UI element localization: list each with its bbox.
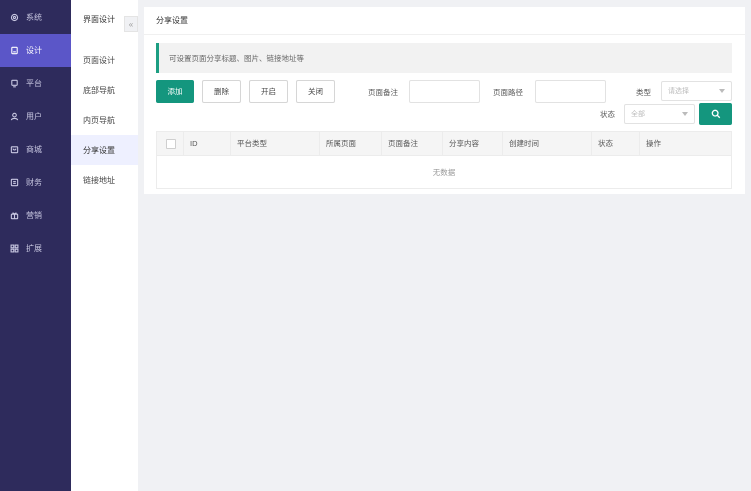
sidebar-item-store[interactable]: 商城 [0, 133, 71, 166]
grid-icon [10, 244, 19, 253]
column-header-id: ID [183, 132, 230, 156]
disable-button[interactable]: 关闭 [296, 80, 335, 103]
share-settings-panel: 分享设置 可设置页面分享标题、图片、链接地址等 添加 删除 开启 关闭 页面备注… [144, 7, 745, 194]
design-icon [10, 46, 19, 55]
double-chevron-left-icon: « [128, 19, 134, 29]
type-select[interactable]: 请选择 [661, 81, 732, 101]
select-all-checkbox[interactable] [166, 139, 176, 149]
table-empty-text: 无数据 [432, 168, 456, 177]
sidebar-item-marketing[interactable]: 营销 [0, 199, 71, 232]
sidebar-item-label: 财务 [26, 178, 42, 187]
page-path-input[interactable] [535, 80, 606, 103]
sidebar-item-label: 营销 [26, 211, 42, 220]
sidebar-item-platform[interactable]: 平台 [0, 67, 71, 100]
sub-item-link-address[interactable]: 链接地址 [71, 165, 138, 195]
sidebar-item-label: 商城 [26, 145, 42, 154]
column-header-platform-type: 平台类型 [230, 132, 319, 156]
user-icon [10, 112, 19, 121]
column-header-status: 状态 [591, 132, 639, 156]
chevron-down-icon [719, 89, 725, 93]
search-button[interactable] [699, 103, 732, 125]
page-note-label: 页面备注 [368, 88, 398, 97]
page-path-label: 页面路径 [493, 88, 523, 97]
page-note-input[interactable] [409, 80, 480, 103]
status-select[interactable]: 全部 [624, 104, 695, 124]
info-notice: 可设置页面分享标题、图片、链接地址等 [156, 43, 732, 73]
gear-icon [10, 13, 19, 22]
sidebar-item-system[interactable]: 系统 [0, 1, 71, 34]
column-header-created-time: 创建时间 [502, 132, 591, 156]
main-sidebar: 系统 设计 平台 用户 商城 财务 营销 扩展 [0, 0, 71, 491]
sidebar-item-finance[interactable]: 财务 [0, 166, 71, 199]
status-label: 状态 [600, 110, 615, 119]
status-select-value: 全部 [631, 111, 645, 118]
sub-item-page-design[interactable]: 页面设计 [71, 45, 138, 75]
gift-icon [10, 211, 19, 220]
sidebar-item-label: 系统 [26, 13, 42, 22]
column-header-share-content: 分享内容 [442, 132, 502, 156]
sub-item-bottom-nav[interactable]: 底部导航 [71, 75, 138, 105]
sub-sidebar: 界面设计 页面设计 底部导航 内页导航 分享设置 链接地址 [71, 0, 138, 491]
sidebar-item-label: 平台 [26, 79, 42, 88]
column-header-page: 所属页面 [319, 132, 381, 156]
delete-button[interactable]: 删除 [202, 80, 241, 103]
sidebar-item-label: 扩展 [26, 244, 42, 253]
finance-icon [10, 178, 19, 187]
column-header-page-note: 页面备注 [381, 132, 442, 156]
enable-button[interactable]: 开启 [249, 80, 288, 103]
sub-item-share-settings[interactable]: 分享设置 [71, 135, 138, 165]
collapse-sidebar-button[interactable]: « [124, 16, 138, 32]
sidebar-item-label: 用户 [26, 112, 42, 121]
column-header-actions: 操作 [639, 132, 731, 156]
chevron-down-icon [682, 112, 688, 116]
page-title: 分享设置 [144, 7, 745, 35]
search-icon [711, 109, 720, 119]
monitor-icon [10, 79, 19, 88]
type-label: 类型 [636, 88, 651, 97]
table-header: ID 平台类型 所属页面 页面备注 分享内容 创建时间 状态 操作 [157, 132, 731, 156]
add-button[interactable]: 添加 [156, 80, 194, 103]
sub-item-inner-nav[interactable]: 内页导航 [71, 105, 138, 135]
store-icon [10, 145, 19, 154]
sidebar-item-design[interactable]: 设计 [0, 34, 71, 67]
sidebar-item-extend[interactable]: 扩展 [0, 232, 71, 265]
sidebar-item-users[interactable]: 用户 [0, 100, 71, 133]
share-settings-table: ID 平台类型 所属页面 页面备注 分享内容 创建时间 状态 操作 无数据 [156, 131, 732, 189]
sidebar-item-label: 设计 [26, 46, 42, 55]
type-select-placeholder: 请选择 [668, 88, 689, 95]
